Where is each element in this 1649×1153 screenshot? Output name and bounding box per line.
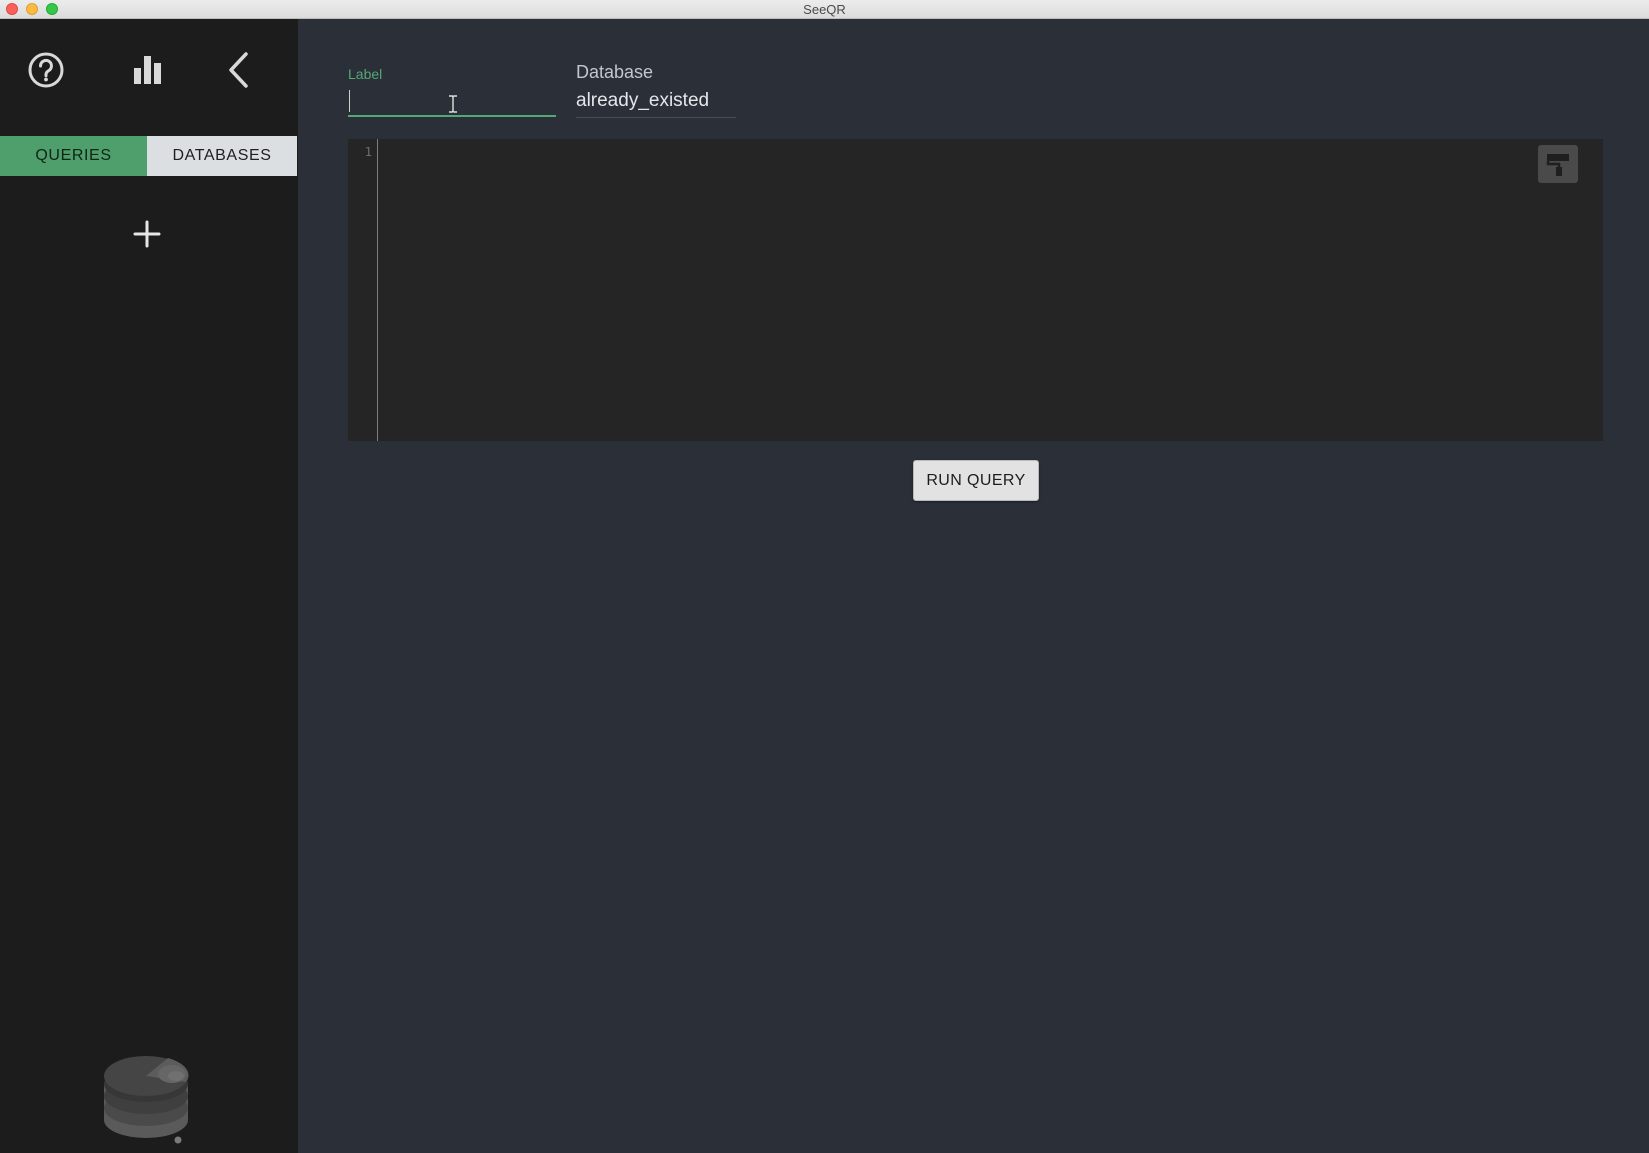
app-window: SeeQR QUERIES DATABASES Label Database a… [0,0,1649,1153]
sidebar-tabs: QUERIES DATABASES [0,136,297,176]
bar-chart-icon [134,56,161,84]
tab-databases[interactable]: DATABASES [147,136,297,176]
database-selected-value: already_existed [576,90,710,111]
text-cursor-icon [449,95,457,113]
sidebar: QUERIES DATABASES [0,19,298,1153]
database-select[interactable]: already_existed [576,88,736,118]
help-circle-icon [28,52,64,88]
collapse-sidebar-button[interactable] [216,48,260,92]
chevron-left-icon [229,52,248,88]
window-title: SeeQR [803,2,846,17]
chart-button[interactable] [126,48,170,92]
line-number: 1 [364,145,372,159]
editor-gutter: 1 [348,139,378,441]
label-field: Label [348,66,556,138]
help-button[interactable] [24,48,68,92]
label-caption: Label [348,66,383,82]
database-logo-icon [104,1056,189,1144]
main-panel: Label Database already_existed 1 RUN QUE… [298,19,1649,1153]
database-caption: Database [576,62,654,82]
run-query-button[interactable]: RUN QUERY [913,460,1039,501]
plus-icon [133,220,161,248]
tab-queries[interactable]: QUERIES [0,136,147,176]
dropdown-arrow-icon [717,100,727,105]
paint-roller-icon [1546,154,1569,176]
add-query-button[interactable] [127,214,167,254]
text-caret [349,90,350,112]
title-bar: SeeQR [0,0,1649,19]
sql-editor[interactable]: 1 [348,139,1603,441]
format-query-button[interactable] [1538,145,1578,183]
database-field: Database already_existed [576,62,736,140]
